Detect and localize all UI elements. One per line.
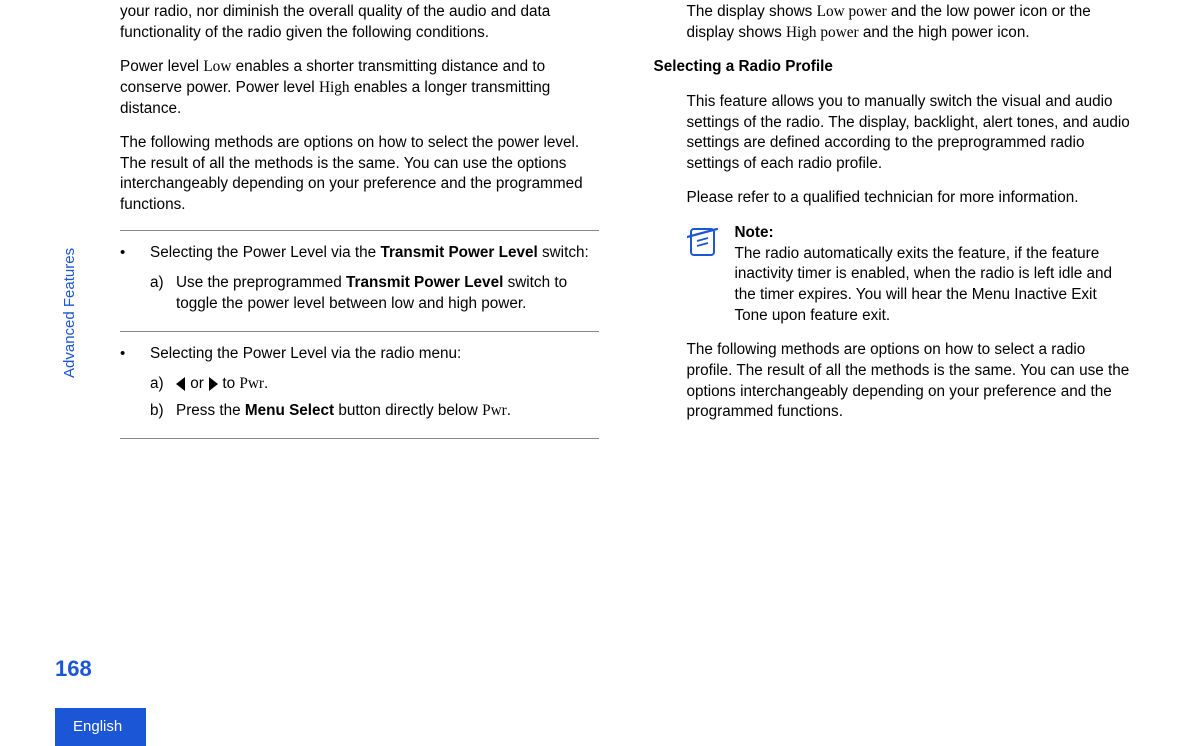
language-tab: English <box>55 708 146 746</box>
text: switch: <box>538 244 589 261</box>
term-pwr: Pwr <box>239 375 264 392</box>
text: and the high power icon. <box>859 24 1030 41</box>
bullet-content: Selecting the Power Level via the radio … <box>150 344 599 428</box>
sub-text: Use the preprogrammed Transmit Power Lev… <box>176 273 599 314</box>
right-p1: The display shows Low power and the low … <box>687 2 1133 43</box>
right-p2: This feature allows you to manually swit… <box>687 92 1133 175</box>
note-block: Note: The radio automatically exits the … <box>687 223 1133 326</box>
text: Power level <box>120 58 203 75</box>
note-body: The radio automatically exits the featur… <box>735 244 1133 327</box>
bold-text: Transmit Power Level <box>380 244 537 261</box>
right-p3: Please refer to a qualified technician f… <box>687 188 1133 209</box>
sub-item-a: a) or to Pwr. <box>150 374 599 395</box>
text: Use the preprogrammed <box>176 274 346 291</box>
sub-text: or to Pwr. <box>176 374 599 395</box>
sub-marker: b) <box>150 401 176 422</box>
bullet-row: • Selecting the Power Level via the Tran… <box>120 243 599 321</box>
sub-text: Press the Menu Select button directly be… <box>176 401 599 422</box>
term-pwr: Pwr <box>482 402 507 419</box>
note-label: Note: <box>735 223 1133 244</box>
term-low-power: Low power <box>817 3 887 20</box>
text: . <box>507 402 511 419</box>
right-column: The display shows Low power and the low … <box>654 0 1133 439</box>
text: The display shows <box>687 3 817 20</box>
text: Selecting the Power Level via the radio … <box>150 345 461 362</box>
bold-text: Menu Select <box>245 402 334 419</box>
page-number: 168 <box>55 654 92 684</box>
term-high: High <box>319 79 350 96</box>
bullet-block-2: • Selecting the Power Level via the radi… <box>120 331 599 439</box>
bullet-row: • Selecting the Power Level via the radi… <box>120 344 599 428</box>
sub-marker: a) <box>150 273 176 314</box>
text: button directly below <box>334 402 482 419</box>
sub-list: a) Use the preprogrammed Transmit Power … <box>150 273 599 314</box>
text: . <box>264 375 268 392</box>
side-section-label: Advanced Features <box>60 248 80 378</box>
bold-text: Transmit Power Level <box>346 274 503 291</box>
heading-radio-profile: Selecting a Radio Profile <box>654 57 1133 78</box>
arrow-left-icon <box>176 377 185 391</box>
note-text-wrap: Note: The radio automatically exits the … <box>735 223 1133 326</box>
text: Press the <box>176 402 245 419</box>
left-p3: The following methods are options on how… <box>120 133 599 216</box>
sub-list: a) or to Pwr. b) Press the Menu Select b… <box>150 374 599 421</box>
term-low: Low <box>203 58 231 75</box>
sub-item-b: b) Press the Menu Select button directly… <box>150 401 599 422</box>
left-p2: Power level Low enables a shorter transm… <box>120 57 599 119</box>
page-content: your radio, nor diminish the overall qua… <box>0 0 1197 439</box>
text: to <box>218 375 239 392</box>
bullet-block-1: • Selecting the Power Level via the Tran… <box>120 230 599 331</box>
note-icon <box>687 223 721 326</box>
bullet-content: Selecting the Power Level via the Transm… <box>150 243 599 321</box>
text: or <box>186 375 208 392</box>
left-p1: your radio, nor diminish the overall qua… <box>120 2 599 43</box>
sub-marker: a) <box>150 374 176 395</box>
left-column: your radio, nor diminish the overall qua… <box>120 0 599 439</box>
right-p4: The following methods are options on how… <box>687 340 1133 423</box>
text: Selecting the Power Level via the <box>150 244 380 261</box>
arrow-right-icon <box>209 377 218 391</box>
bullet-marker: • <box>120 344 150 428</box>
sub-item-a: a) Use the preprogrammed Transmit Power … <box>150 273 599 314</box>
term-high-power: High power <box>786 24 859 41</box>
bullet-marker: • <box>120 243 150 321</box>
